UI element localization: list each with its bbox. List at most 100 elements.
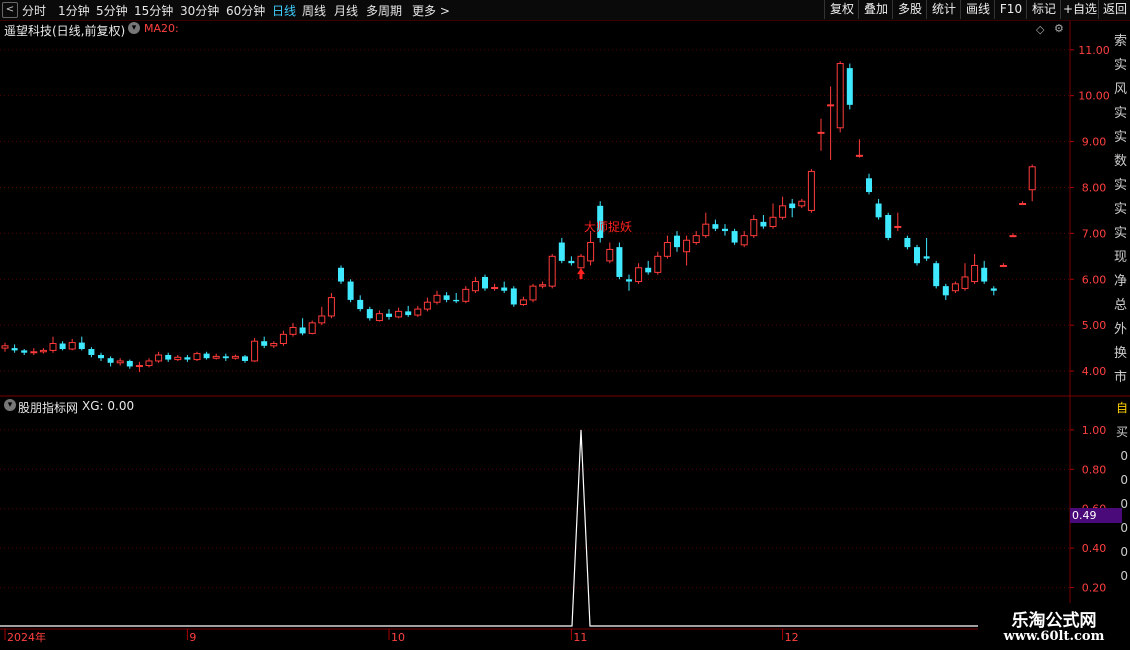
candle-body [21,350,28,353]
candle-body [779,205,787,218]
candle-body [453,299,460,302]
side-glyph: 0 [1120,449,1128,463]
candle-body [501,287,508,291]
candle-body [855,154,863,157]
side-glyph: 实 [1114,106,1127,121]
candle-body [242,356,248,361]
candle-body [357,299,364,310]
candle-body [366,309,373,319]
x-tick-label: 12 [785,631,799,644]
watermark-title: 乐淘公式网 [1011,611,1097,631]
side-glyph: 0 [1120,473,1128,487]
candle-body [289,326,297,335]
candle-body [885,215,892,238]
candle-body [961,276,969,289]
signal-arrow [577,268,585,280]
candle-body [606,248,614,262]
side-glyph: 换 [1114,346,1127,361]
candle-body [98,354,104,359]
candle-body [116,360,124,364]
candle-body [1009,235,1017,238]
side-glyph: 市 [1114,369,1127,385]
candle-body [68,342,76,350]
candle-body [875,203,882,218]
candle-body [904,237,911,248]
candle-body [999,264,1007,267]
candle-body [30,351,38,354]
x-tick-label: 2024年 [7,630,46,644]
candle-body [338,267,344,282]
candle-body [327,297,335,317]
candle-body [299,327,306,334]
candle-body [645,267,652,273]
side-glyph: 实 [1114,58,1127,73]
candle-body [145,360,153,367]
candle-body [318,315,326,324]
candle-body [539,284,547,287]
y-tick-label: 0.40 [1082,542,1107,555]
candle-body [107,358,114,363]
side-glyph: 实 [1114,202,1127,217]
candle-body [462,288,470,302]
candle-body [135,365,143,368]
candle-body [866,178,872,193]
side-glyph: 净 [1114,274,1127,289]
side-glyph: 0 [1120,569,1128,583]
candle-body [308,322,316,334]
candle-body [981,267,988,282]
chart-canvas[interactable]: 4.00 5.00 6.00 7.00 8.00 9.00 10.00 11.00 0.20 0.… [0,0,1130,650]
side-glyph: 实 [1114,178,1127,193]
candle-body [405,311,412,316]
candle-body [750,219,758,237]
current-value-badge: 0.49 [1070,508,1122,523]
candle-body [49,343,57,351]
candle-body [471,281,479,292]
side-glyph: 0 [1120,521,1128,535]
candle-body [59,343,66,350]
candle-body [423,301,431,310]
candle-body [39,349,47,353]
candle-body [626,279,632,282]
side-glyph: 数 [1114,154,1127,169]
candle-body [395,310,403,318]
candle-body [193,353,201,361]
candle-body [78,342,85,350]
candle-body [165,354,172,360]
y-tick-label: 4.00 [1082,365,1107,378]
watermark-url: www.60lt.com [1003,629,1105,644]
candle-body [529,285,537,301]
signal-label: 大师捉妖 [584,219,632,234]
candle-body [789,203,796,209]
side-glyph: 风 [1114,82,1127,97]
candle-body [568,260,575,264]
candle-body [558,242,565,261]
candle-body [635,267,643,283]
candle-body [510,288,517,305]
side-glyph: 自 [1116,401,1128,415]
candle-body [433,294,441,303]
candle-body [587,242,595,262]
candle-body [654,255,662,273]
candle-body [279,333,287,345]
candle-body [769,216,777,227]
candle-body [971,264,979,283]
candle-body [375,313,383,322]
candle-body [519,299,527,305]
candle-body [817,131,825,134]
candle-body [923,256,930,259]
y-tick-label: 6.00 [1082,273,1107,286]
candle-body [712,224,719,229]
side-glyph: 索 [1114,34,1127,49]
y-tick-label: 5.00 [1082,319,1107,332]
side-glyph: 买 [1116,425,1128,439]
candle-body [731,231,738,243]
candle-body [894,225,902,228]
y-tick-label: 7.00 [1082,227,1107,240]
candle-body [88,349,95,355]
x-tick-label: 10 [391,631,405,644]
candle-body [722,228,728,232]
candle-body [616,247,623,277]
candle-body [702,223,710,237]
y-tick-label: 1.00 [1082,424,1107,437]
candle-body [251,340,259,362]
